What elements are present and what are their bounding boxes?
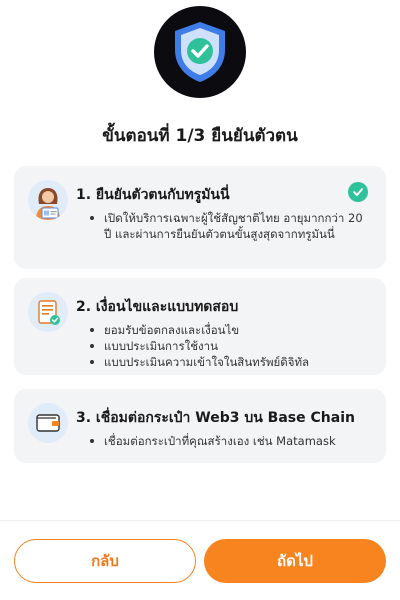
document-check-icon (28, 292, 68, 332)
list-item: เชื่อมต่อกระเป๋าที่คุณสร้างเอง เช่น Mata… (90, 433, 368, 449)
back-button[interactable]: กลับ (14, 539, 196, 583)
step-3-details: เชื่อมต่อกระเป๋าที่คุณสร้างเอง เช่น Mata… (90, 433, 368, 449)
step-complete-check-icon (348, 182, 368, 202)
step-card-wallet: 3. เชื่อมต่อกระเป๋า Web3 บน Base Chain เ… (14, 389, 386, 463)
step-3-title: 3. เชื่อมต่อกระเป๋า Web3 บน Base Chain (76, 410, 355, 426)
footer-divider (0, 520, 400, 521)
step-card-identity: 1. ยืนยันตัวตนกับทรูมันนี่ เปิดให้บริการ… (14, 166, 386, 269)
step-1-title: 1. ยืนยันตัวตนกับทรูมันนี่ (76, 187, 230, 203)
hero-shield-badge (154, 6, 246, 98)
list-item: ยอมรับข้อตกลงและเงื่อนไข (90, 322, 368, 338)
step-2-details: ยอมรับข้อตกลงและเงื่อนไข แบบประเมินการใช… (90, 322, 368, 370)
step-1-details: เปิดให้บริการเฉพาะผู้ใช้สัญชาติไทย อายุม… (90, 210, 368, 242)
next-button[interactable]: ถัดไป (204, 539, 386, 583)
list-item: แบบประเมินความเข้าใจในสินทรัพย์ดิจิทัล (90, 354, 368, 370)
step-2-title: 2. เงื่อนไขและแบบทดสอบ (76, 299, 239, 315)
list-item: แบบประเมินการใช้งาน (90, 338, 368, 354)
wallet-icon (28, 403, 68, 443)
list-item: เปิดให้บริการเฉพาะผู้ใช้สัญชาติไทย อายุม… (90, 210, 368, 242)
shield-check-icon (175, 22, 225, 82)
person-id-card-icon (28, 180, 68, 220)
step-card-terms: 2. เงื่อนไขและแบบทดสอบ ยอมรับข้อตกลงและเ… (14, 278, 386, 375)
page-title: ขั้นตอนที่ 1/3 ยืนยันตัวตน (102, 126, 298, 146)
